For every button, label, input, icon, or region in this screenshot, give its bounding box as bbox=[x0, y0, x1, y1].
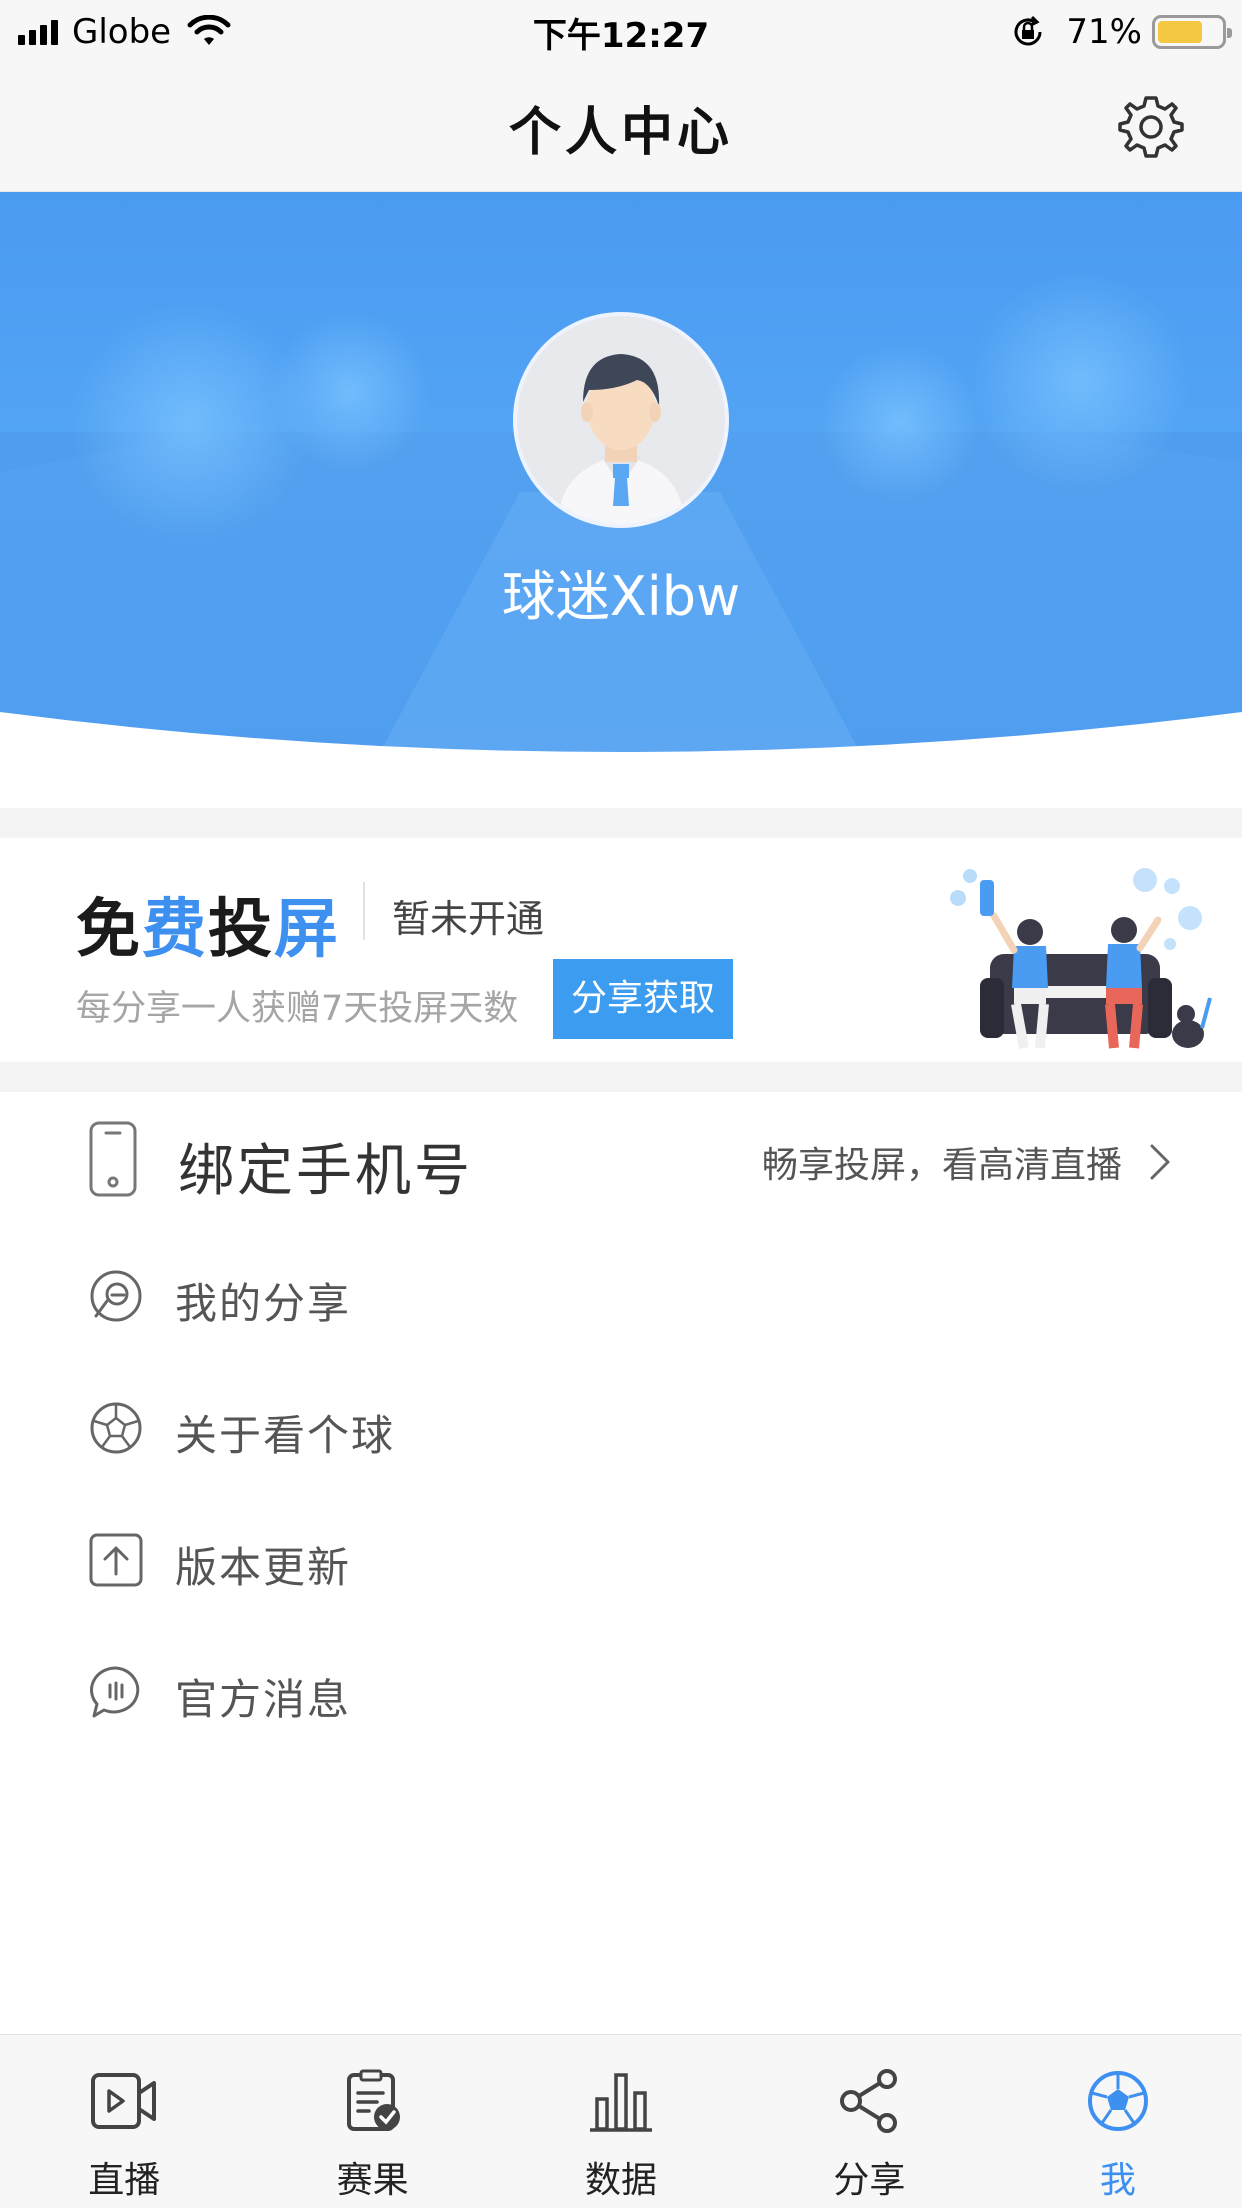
tab-label: 直播 bbox=[88, 2160, 161, 2201]
menu-label: 关于看个球 bbox=[175, 1411, 396, 1460]
tab-results[interactable]: 赛果 bbox=[248, 2035, 496, 2208]
tab-data[interactable]: 数据 bbox=[497, 2035, 745, 2208]
promo-title-char: 费 bbox=[142, 893, 208, 967]
menu-item-about[interactable]: 关于看个球 bbox=[0, 1360, 1242, 1492]
promo-divider bbox=[363, 882, 365, 940]
tab-me[interactable]: 我 bbox=[994, 2035, 1242, 2208]
share-get-button[interactable]: 分享获取 bbox=[553, 959, 733, 1039]
menu-item-my-shares[interactable]: 我的分享 bbox=[0, 1228, 1242, 1360]
bind-phone-row[interactable]: 绑定手机号 畅享投屏，看高清直播 bbox=[0, 1092, 1242, 1228]
battery-level bbox=[1158, 21, 1203, 43]
rotation-lock-icon bbox=[1014, 15, 1042, 46]
status-bar: Globe 下午12:27 71% bbox=[0, 0, 1242, 64]
phone-icon bbox=[89, 1121, 137, 1197]
section-divider bbox=[0, 1062, 1242, 1092]
profile-header: 球迷Xibw bbox=[0, 192, 1242, 808]
bar-chart-icon bbox=[590, 2073, 653, 2132]
soccer-ball-icon bbox=[90, 1402, 142, 1454]
battery-percent: 71% bbox=[1066, 12, 1142, 52]
tab-label: 赛果 bbox=[336, 2160, 409, 2201]
bind-phone-hint: 畅享投屏，看高清直播 bbox=[761, 1145, 1122, 1186]
gear-icon[interactable] bbox=[1116, 92, 1186, 162]
menu-item-version-update[interactable]: 版本更新 bbox=[0, 1492, 1242, 1624]
menu-label: 官方消息 bbox=[175, 1675, 352, 1724]
page-title: 个人中心 bbox=[508, 103, 733, 163]
promo-status: 暂未开通 bbox=[392, 897, 545, 941]
tab-label: 数据 bbox=[585, 2160, 658, 2201]
share-icon bbox=[840, 2069, 898, 2133]
message-icon bbox=[90, 1666, 140, 1718]
battery-icon bbox=[1152, 15, 1232, 49]
user-avatar-icon[interactable] bbox=[513, 312, 729, 528]
live-video-icon bbox=[91, 2073, 157, 2129]
soccer-ball-icon bbox=[1087, 2071, 1148, 2131]
menu-item-official-messages[interactable]: 官方消息 bbox=[0, 1624, 1242, 1756]
tab-share[interactable]: 分享 bbox=[745, 2035, 993, 2208]
tab-bar: 直播 赛果 数据 分享 我 bbox=[0, 2034, 1242, 2208]
upload-icon bbox=[89, 1533, 143, 1587]
chevron-right-icon bbox=[1150, 1144, 1170, 1180]
tab-label: 我 bbox=[1099, 2160, 1136, 2201]
fans-illustration bbox=[950, 868, 1212, 1049]
status-right: 71% bbox=[1010, 10, 1232, 54]
promo-title-char: 屏 bbox=[274, 893, 340, 967]
username: 球迷Xibw bbox=[501, 565, 741, 628]
menu-label: 版本更新 bbox=[175, 1543, 352, 1592]
promo-title-char: 投 bbox=[208, 893, 274, 967]
share-history-icon bbox=[90, 1270, 142, 1322]
nav-bar: 个人中心 bbox=[0, 64, 1242, 192]
section-divider bbox=[0, 808, 1242, 838]
tab-label: 分享 bbox=[833, 2160, 906, 2201]
results-clipboard-icon bbox=[346, 2069, 400, 2131]
tab-live[interactable]: 直播 bbox=[0, 2035, 248, 2208]
bind-phone-label: 绑定手机号 bbox=[178, 1139, 473, 1204]
promo-title: 免费投屏 bbox=[76, 878, 340, 970]
promo-title-char: 免 bbox=[76, 893, 142, 967]
menu-label: 我的分享 bbox=[175, 1279, 352, 1328]
promo-description: 每分享一人获赠7天投屏天数 bbox=[76, 989, 519, 1029]
free-cast-promo: 免费投屏 暂未开通 每分享一人获赠7天投屏天数 分享获取 bbox=[0, 838, 1242, 1062]
